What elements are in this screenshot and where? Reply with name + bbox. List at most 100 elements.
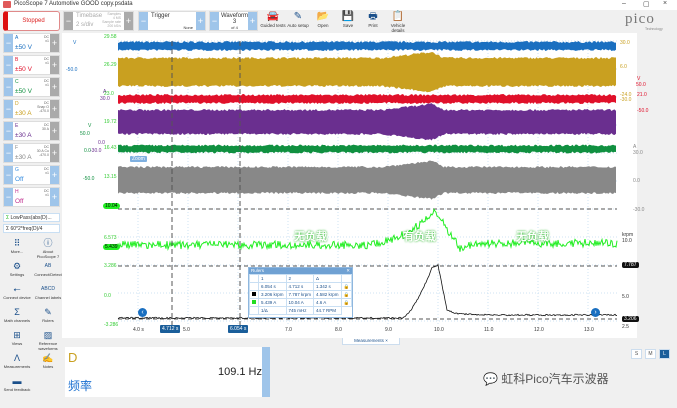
channel-increase-button[interactable]: + <box>50 144 59 162</box>
channel-increase-button[interactable]: + <box>50 188 59 206</box>
channel-card-d[interactable]: − D DC Snap O -470.0 ±30 A + <box>3 99 60 119</box>
tool-channel-labels[interactable]: ABCD Channel labels <box>34 284 62 304</box>
green-axis-label: 23.0 <box>104 91 114 97</box>
tool-send-feedback[interactable]: ▬ Send feedback <box>3 376 31 396</box>
channel-increase-button[interactable]: + <box>50 78 59 96</box>
channel-increase-button[interactable]: + <box>50 166 59 184</box>
zoom-overview-badge[interactable]: Zoom <box>130 156 147 162</box>
tool-reference-waveforms[interactable]: ▨ Reference waveforms <box>34 330 62 351</box>
rulers-column-header: 1 <box>258 274 287 283</box>
channel-increase-button[interactable]: + <box>50 100 59 118</box>
tool-views[interactable]: ⊞ Views <box>3 330 31 350</box>
right-axis-label: 2.5 <box>622 324 629 330</box>
lock-icon[interactable]: 🔒 <box>340 298 353 307</box>
math-channel-1[interactable]: Σ LowPass(abs(D)... <box>3 213 60 222</box>
channel-range[interactable]: Off <box>15 176 24 183</box>
tool-more-[interactable]: ⠿ More... <box>3 238 31 258</box>
maximize-button[interactable]: ▢ <box>643 0 650 8</box>
channel-increase-button[interactable]: + <box>50 34 59 52</box>
channel-increase-button[interactable]: + <box>50 122 59 140</box>
channel-decrease-button[interactable]: − <box>4 78 13 96</box>
vehicle-details-button[interactable]: 📋 Vehicle details <box>384 11 412 33</box>
measurement-scrollbar[interactable] <box>262 347 270 397</box>
scroll-right-button[interactable]: › <box>591 308 600 317</box>
timebase-increase-button[interactable]: + <box>124 12 133 30</box>
open-button[interactable]: 📂 Open <box>309 11 337 31</box>
waveform-next-button[interactable]: + <box>248 12 257 30</box>
channel-decrease-button[interactable]: − <box>4 100 13 118</box>
channel-decrease-button[interactable]: − <box>4 56 13 74</box>
run-stop-button[interactable]: Stopped <box>3 11 60 31</box>
timebase-decrease-button[interactable]: − <box>64 12 73 30</box>
print-icon: 🖶 <box>368 11 378 22</box>
channel-range[interactable]: ±50 V <box>15 88 32 95</box>
color-swatch <box>252 292 256 296</box>
channel-coupling: DC x1 <box>44 57 49 65</box>
tool-measurements[interactable]: Λ Measurements <box>3 353 31 373</box>
channel-decrease-button[interactable]: − <box>4 34 13 52</box>
rulers-cell: 4.712 s <box>285 282 315 291</box>
lock-icon[interactable]: 🔒 <box>340 282 353 291</box>
timebase-label: Timebase <box>76 13 103 19</box>
save-icon: 💾 <box>341 11 355 22</box>
sigma-icon: Σ <box>14 307 20 317</box>
channel-range[interactable]: ±30 A <box>15 110 32 117</box>
feedback-icon: ▬ <box>12 376 22 386</box>
tool-label: Math channels <box>3 318 30 323</box>
tool-math-channels[interactable]: Σ Math channels <box>3 307 31 327</box>
close-icon[interactable]: ✕ <box>346 268 350 274</box>
trigger-decrease-button[interactable]: − <box>139 12 148 30</box>
channel-range[interactable]: ±50 V <box>15 66 32 73</box>
trigger-mode[interactable]: None <box>183 25 193 30</box>
channel-card-f[interactable]: − F DC 30 A Cu -470.0 ±30 A + <box>3 143 60 163</box>
tool-settings[interactable]: ⚙ Settings <box>3 261 31 281</box>
minimize-button[interactable]: – <box>622 0 626 7</box>
channel-decrease-button[interactable]: − <box>4 122 13 140</box>
channel-range[interactable]: ±30 A <box>15 154 32 161</box>
cursor-2-label[interactable]: 6.054 s <box>228 325 249 333</box>
waveform-prev-button[interactable]: − <box>210 12 219 30</box>
math-channel-2[interactable]: Σ 60*2*freq(D)/4 <box>3 224 60 233</box>
trigger-increase-button[interactable]: + <box>196 12 205 30</box>
rulers-row: 6.054 s 4.712 s 1.342 s 🔒 <box>249 282 353 291</box>
size-small-button[interactable]: S <box>631 349 642 359</box>
tool-connect-detect[interactable]: AB Connect/Detect <box>34 261 62 281</box>
measurements-tab[interactable]: Measurements × <box>342 338 400 345</box>
row-color <box>249 298 259 307</box>
tool-about-picoscope-7[interactable]: ⓘ About PicoScope 7 <box>34 238 62 259</box>
tool-connect-device[interactable]: ⭠ Connect device <box>3 284 31 304</box>
size-medium-button[interactable]: M <box>645 349 656 359</box>
channel-card-e[interactable]: − E DC 30 A ±30 A + <box>3 121 60 141</box>
channel-card-b[interactable]: − B DC x1 ±50 V + <box>3 55 60 75</box>
rulers-header-row: 12Δ <box>249 274 353 283</box>
save-button[interactable]: 💾 Save <box>334 11 362 31</box>
channel-range[interactable]: ±30 A <box>15 132 32 139</box>
tool-notes[interactable]: ✍ Notes <box>34 353 62 373</box>
print-button[interactable]: 🖶 Print <box>359 11 387 31</box>
channel-card-g[interactable]: − G DC x1 Off + <box>3 165 60 185</box>
probe-label: 30 A <box>41 127 49 131</box>
tool-rulers[interactable]: ✎ Rulers <box>34 307 62 327</box>
channel-decrease-button[interactable]: − <box>4 144 13 162</box>
size-large-button[interactable]: L <box>659 349 670 359</box>
timebase-value[interactable]: 2 s/div <box>76 22 93 28</box>
channel-card-c[interactable]: − C DC x1 ±50 V + <box>3 77 60 97</box>
scroll-left-button[interactable]: ‹ <box>138 308 147 317</box>
rulers-cell: 3.206 krpm <box>258 290 287 299</box>
wand-icon: ✎ <box>293 11 303 22</box>
channel-range[interactable]: ±50 V <box>15 44 32 51</box>
channel-card-a[interactable]: − A DC x1 ±50 V + <box>3 33 60 53</box>
channel-decrease-button[interactable]: − <box>4 166 13 184</box>
annotation-label: 有负载 <box>403 231 436 243</box>
color-swatch <box>252 300 256 304</box>
channel-decrease-button[interactable]: − <box>4 188 13 206</box>
tool-label: About PicoScope 7 <box>36 249 60 259</box>
channel-range[interactable]: Off <box>15 198 24 205</box>
channel-increase-button[interactable]: + <box>50 56 59 74</box>
close-button[interactable]: × <box>663 0 667 7</box>
lock-icon[interactable]: 🔒 <box>340 290 353 299</box>
guided-tests-button[interactable]: 🚘 Guided tests <box>259 11 287 31</box>
auto-setup-button[interactable]: ✎ Auto setup <box>284 11 312 31</box>
cursor-1-label[interactable]: 4.712 s <box>160 325 181 333</box>
channel-card-h[interactable]: − H DC x1 Off + <box>3 187 60 207</box>
